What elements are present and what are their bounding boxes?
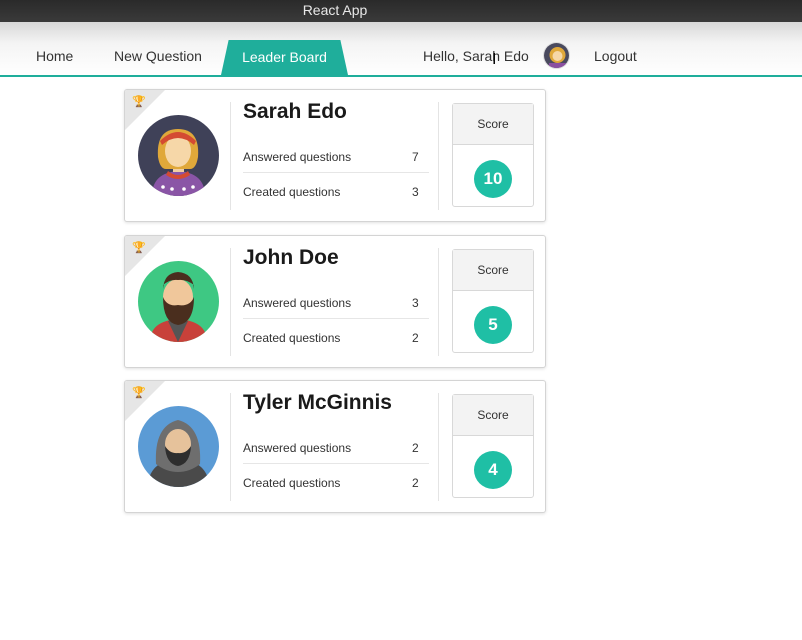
avatar (138, 261, 219, 342)
score-box: Score 4 (452, 394, 534, 498)
score-badge: 10 (474, 160, 512, 198)
score-badge: 5 (474, 306, 512, 344)
score-label: Score (453, 395, 533, 436)
created-count: 3 (412, 185, 419, 199)
answered-count: 2 (412, 441, 419, 455)
answered-count: 3 (412, 296, 419, 310)
avatar (138, 406, 219, 487)
answered-label: Answered questions (243, 441, 352, 455)
stat-divider (243, 463, 429, 464)
created-count: 2 (412, 331, 419, 345)
stat-divider (243, 318, 429, 319)
card-divider (438, 248, 439, 356)
nav-new-question-link[interactable]: New Question (114, 48, 202, 64)
leaderboard-card: 🏆 Tyler McGinnis Answered questions 2 Cr… (124, 380, 546, 513)
answered-label: Answered questions (243, 296, 352, 310)
top-navbar: Home New Question Leader Board Hello, Sa… (0, 22, 802, 77)
created-count: 2 (412, 476, 419, 490)
card-divider (438, 102, 439, 210)
avatar (138, 115, 219, 196)
window-title: React App (302, 2, 368, 18)
score-label: Score (453, 250, 533, 291)
window-titlebar: React App (0, 0, 802, 22)
nav-leader-board-tab[interactable]: Leader Board (221, 40, 348, 75)
card-divider (230, 248, 231, 356)
created-label: Created questions (243, 185, 341, 199)
trophy-icon: 🏆 (132, 387, 146, 399)
user-greeting: Hello, Sarah Edo (423, 48, 529, 64)
score-box: Score 5 (452, 249, 534, 353)
card-divider (230, 393, 231, 501)
text-cursor-icon: I (492, 51, 497, 68)
nav-home-link[interactable]: Home (36, 48, 73, 64)
trophy-icon: 🏆 (132, 96, 146, 108)
score-label: Score (453, 104, 533, 145)
answered-count: 7 (412, 150, 419, 164)
score-box: Score 10 (452, 103, 534, 207)
user-name: Tyler McGinnis (243, 391, 392, 414)
created-label: Created questions (243, 476, 341, 490)
card-divider (230, 102, 231, 210)
leaderboard-card: 🏆 Sarah Edo Answered questions 7 Created… (124, 89, 546, 222)
score-badge: 4 (474, 451, 512, 489)
trophy-icon: 🏆 (132, 242, 146, 254)
leaderboard-card: 🏆 John Doe Answered questions 3 Created … (124, 235, 546, 368)
user-name: Sarah Edo (243, 100, 347, 123)
user-avatar (543, 42, 570, 69)
answered-label: Answered questions (243, 150, 352, 164)
card-divider (438, 393, 439, 501)
created-label: Created questions (243, 331, 341, 345)
stat-divider (243, 172, 429, 173)
logout-link[interactable]: Logout (594, 48, 637, 64)
user-name: John Doe (243, 246, 339, 269)
